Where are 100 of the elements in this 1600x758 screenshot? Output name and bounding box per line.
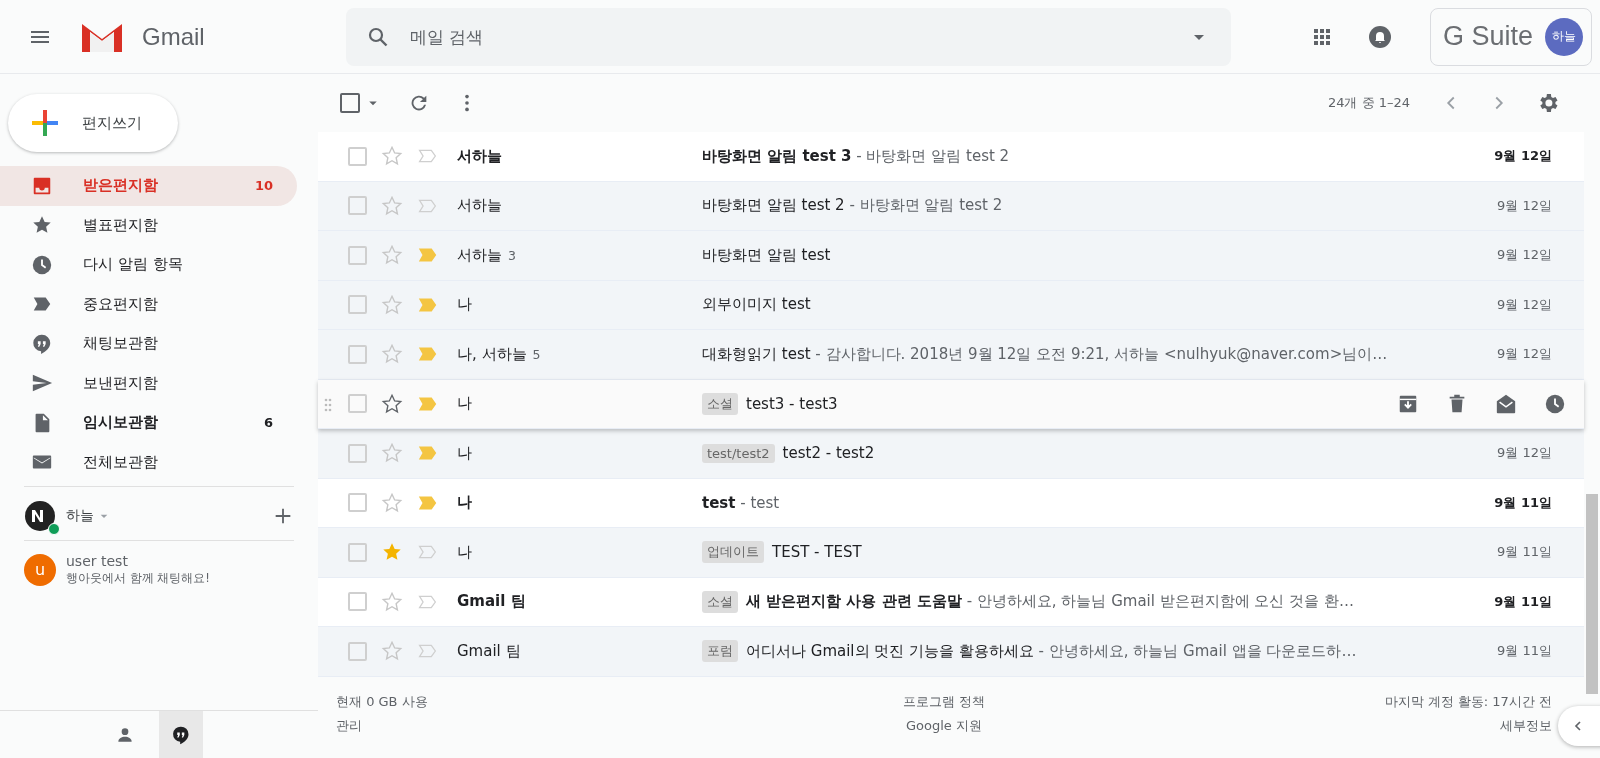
- message-date: 9월 11일: [1493, 493, 1552, 512]
- star-icon[interactable]: [381, 145, 403, 168]
- subject-text: 바탕화면 알림 test: [702, 245, 831, 265]
- search-input[interactable]: 메일 검색: [408, 25, 1187, 48]
- message-row[interactable]: Gmail 팀 소셜 새 받은편지함 사용 관련 도움말 - 안녕하세요, 하늘님 Gmail 받은편지함에 오신 것을 환… 9월 11일: [318, 577, 1584, 627]
- star-icon[interactable]: [381, 293, 403, 316]
- select-all-checkbox[interactable]: [340, 93, 360, 113]
- user-logo-drawing: [24, 499, 56, 532]
- storage-info: 현재 0 GB 사용: [336, 692, 428, 711]
- clock-icon[interactable]: [1544, 392, 1566, 415]
- support-link[interactable]: Google 지원: [906, 716, 982, 735]
- subject-text: 대화형읽기 test - 감사합니다. 2018년 9월 12일 오전 9:21, 서하늘 <nulhyuk@naver.com>님이…: [702, 344, 1388, 364]
- message-date: 9월 11일: [1493, 592, 1552, 611]
- manage-link[interactable]: 관리: [336, 716, 362, 735]
- message-date: 9월 12일: [1496, 246, 1552, 265]
- subject-text: 새 받은편지함 사용 관련 도움말 - 안녕하세요, 하늘님 Gmail 받은편지함에 오신 것을 환…: [746, 592, 1354, 612]
- sidebar-item[interactable]: 보낸편지함: [0, 363, 297, 403]
- chat-tab[interactable]: [159, 711, 203, 758]
- star-icon[interactable]: [381, 194, 403, 217]
- bell-icon[interactable]: [1367, 24, 1392, 49]
- user-name[interactable]: 하늘: [66, 506, 94, 525]
- message-date: 9월 11일: [1496, 642, 1552, 661]
- checkbox[interactable]: [348, 245, 367, 265]
- contact-message: 행아웃에서 함께 채팅해요!: [66, 571, 210, 586]
- checkbox[interactable]: [348, 443, 367, 463]
- sidebar-item[interactable]: 임시보관함 6: [0, 403, 297, 443]
- label-tag[interactable]: 포럼: [702, 640, 738, 663]
- app-name: Gmail: [142, 22, 205, 51]
- message-row[interactable]: Gmail 팀 포럼 어디서나 Gmail의 멋진 기능을 활용하세요 - 안녕하세요, 하늘님 Gmail 앱을 다운로드하… 9월 11일: [318, 627, 1584, 677]
- sender-name: 나: [457, 493, 472, 513]
- subject-text: 바탕화면 알림 test 2 - 바탕화면 알림 test 2: [702, 196, 1003, 216]
- sender-name: 서하늘: [457, 245, 502, 265]
- drag-handle-icon[interactable]: [324, 397, 332, 412]
- checkbox[interactable]: [348, 641, 367, 661]
- details-link[interactable]: 세부정보: [1500, 716, 1552, 735]
- checkbox[interactable]: [348, 394, 367, 414]
- program-policy-link[interactable]: 프로그램 정책: [902, 692, 986, 711]
- star-icon[interactable]: [381, 392, 403, 415]
- sidebar-item[interactable]: 별표편지함: [0, 205, 297, 245]
- subject-text: 어디서나 Gmail의 멋진 기능을 활용하세요 - 안녕하세요, 하늘님 Gmail 앱을 다운로드하…: [746, 641, 1357, 661]
- message-date: 9월 12일: [1496, 444, 1552, 463]
- checkbox[interactable]: [348, 146, 367, 166]
- chat-bubble-icon: [31, 332, 53, 355]
- message-date: 9월 12일: [1496, 345, 1552, 364]
- message-row[interactable]: 서하늘 바탕화면 알림 test 3 - 바탕화면 알림 test 2 9월 12일: [318, 132, 1584, 182]
- checkbox[interactable]: [348, 295, 367, 315]
- message-row[interactable]: 나, 서하늘 5 대화형읽기 test - 감사합니다. 2018년 9월 12일 오전 9:21, 서하늘 <nulhyuk@naver.com>님이… 9월 12일: [318, 330, 1584, 380]
- label-tag[interactable]: 소셜: [702, 590, 738, 613]
- star-icon[interactable]: [381, 244, 403, 267]
- subject-text: 외부이미지 test: [702, 295, 811, 315]
- message-row[interactable]: 나 test/test2 test2 - test2 9월 12일: [318, 429, 1584, 479]
- contact-name[interactable]: user test: [66, 553, 210, 569]
- sidebar-item[interactable]: 채팅보관함: [0, 324, 297, 364]
- message-date: 9월 12일: [1496, 196, 1552, 215]
- message-row[interactable]: 나 소셜 test3 - test3: [318, 379, 1584, 429]
- subject-text: test2 - test2: [782, 444, 875, 463]
- subject-text: test - test: [702, 493, 780, 512]
- label-tag[interactable]: 소셜: [702, 392, 738, 415]
- checkbox[interactable]: [348, 196, 367, 216]
- message-row[interactable]: 나 업데이트 TEST - TEST 9월 11일: [318, 528, 1584, 578]
- sender-name: 나: [457, 295, 472, 315]
- message-row[interactable]: 나 외부이미지 test 9월 12일: [318, 280, 1584, 330]
- sidebar-item[interactable]: 전체보관함: [0, 442, 297, 482]
- message-date: 9월 11일: [1496, 543, 1552, 562]
- sender-name: 서하늘: [457, 196, 502, 216]
- sidebar-item[interactable]: 다시 알림 항목: [0, 245, 297, 285]
- message-date: 9월 12일: [1493, 147, 1552, 166]
- label-tag[interactable]: test/test2: [702, 443, 775, 463]
- scrollbar-thumb[interactable]: [1586, 494, 1598, 694]
- search-field[interactable]: 메일 검색: [346, 7, 1231, 66]
- side-panel-toggle[interactable]: [1558, 706, 1600, 746]
- account-button[interactable]: G Suite 하늘: [1429, 7, 1592, 66]
- thread-count: 3: [508, 247, 516, 263]
- sender-name: 나: [457, 443, 472, 463]
- subject-text: TEST - TEST: [772, 543, 862, 562]
- checkbox[interactable]: [348, 493, 367, 513]
- sender-name: 나, 서하늘: [457, 344, 527, 364]
- star-icon[interactable]: [381, 590, 403, 613]
- clock-icon: [31, 253, 53, 276]
- checkbox[interactable]: [348, 542, 367, 562]
- label-tag[interactable]: 업데이트: [702, 541, 764, 564]
- compose-button[interactable]: 편지쓰기: [8, 94, 178, 152]
- star-icon[interactable]: [381, 343, 403, 366]
- subject-text: test3 - test3: [746, 394, 838, 413]
- suite-label: G Suite: [1442, 21, 1533, 52]
- subject-text: 바탕화면 알림 test 3 - 바탕화면 알림 test 2: [702, 146, 1010, 166]
- star-icon[interactable]: [381, 640, 403, 663]
- message-row[interactable]: 나 test - test 9월 11일: [318, 478, 1584, 528]
- open-envelope-icon[interactable]: [1495, 392, 1517, 415]
- star-icon[interactable]: [381, 491, 403, 514]
- star-icon[interactable]: [381, 442, 403, 465]
- plus-icon: [30, 108, 60, 138]
- sender-name: 나: [457, 542, 472, 562]
- checkbox[interactable]: [348, 344, 367, 364]
- avatar[interactable]: 하늘: [1545, 17, 1583, 56]
- message-row[interactable]: 서하늘 3 바탕화면 알림 test 9월 12일: [318, 231, 1584, 281]
- sidebar-item[interactable]: 중요편지함: [0, 284, 297, 324]
- checkbox[interactable]: [348, 592, 367, 612]
- message-row[interactable]: 서하늘 바탕화면 알림 test 2 - 바탕화면 알림 test 2 9월 12일: [318, 181, 1584, 231]
- sidebar-item[interactable]: 받은편지함 10: [0, 166, 297, 206]
